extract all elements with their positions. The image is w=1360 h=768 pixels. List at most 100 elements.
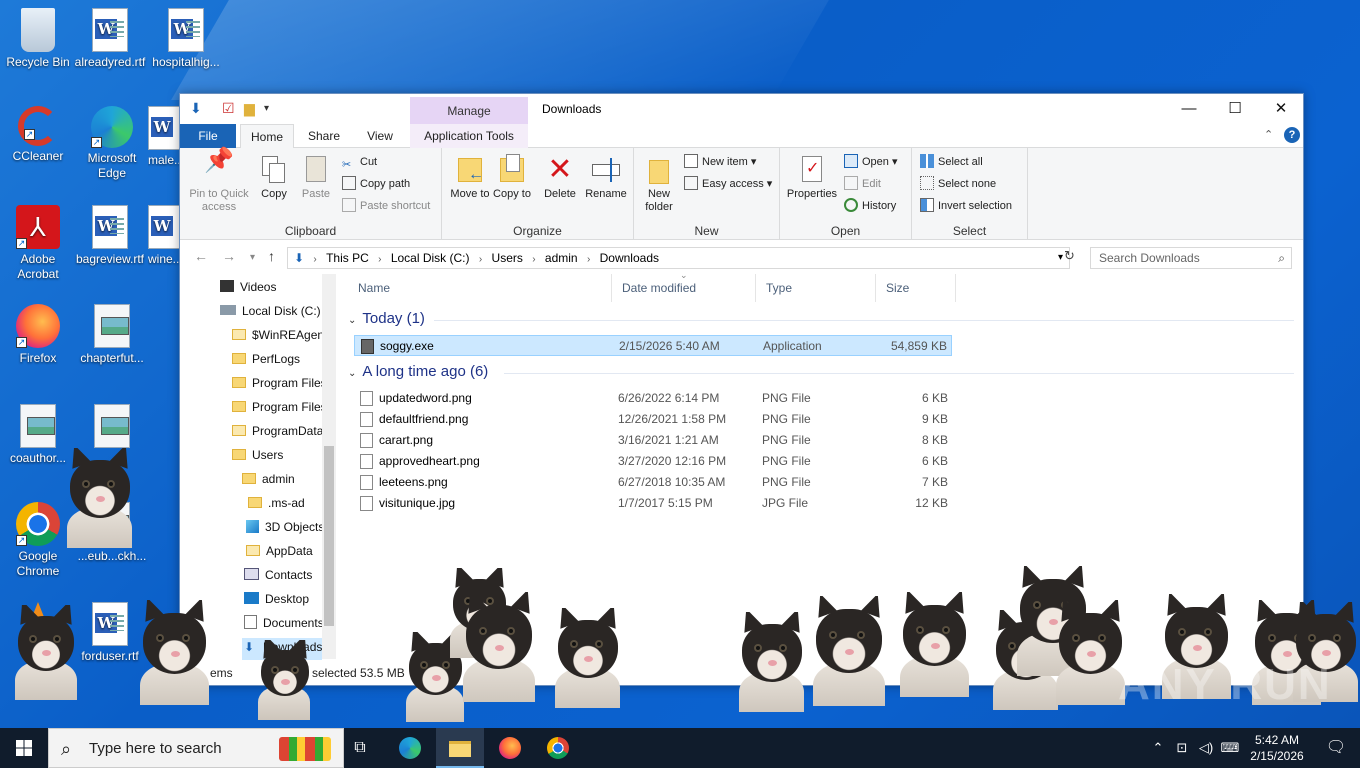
copy-button[interactable]: Copy — [256, 154, 292, 201]
nav-item-perflogs[interactable]: PerfLogs — [232, 348, 300, 370]
desktop-icon-recycle-bin[interactable]: Recycle Bin — [0, 8, 76, 70]
rename-button[interactable]: Rename — [584, 154, 628, 201]
column-header-type[interactable]: Type — [756, 274, 876, 302]
group-header-today[interactable]: ⌄ Today (1) — [348, 308, 425, 330]
desktop-icon-alreadyred[interactable]: W alreadyred.rtf — [72, 8, 148, 70]
show-hidden-icons-chevron-icon[interactable]: ⌃ — [1146, 728, 1170, 768]
recent-locations-chevron-icon[interactable]: ▾ — [250, 252, 255, 263]
tab-application-tools[interactable]: Application Tools — [410, 124, 528, 148]
nav-item-program-files-x86[interactable]: Program Files — [232, 396, 327, 418]
table-row[interactable]: soggy.exe 2/15/2026 5:40 AM Application … — [354, 335, 952, 356]
nav-item-documents[interactable]: Documents — [244, 612, 324, 634]
minimize-button[interactable]: — — [1166, 94, 1212, 124]
desktop-icon-hospitalhig[interactable]: W hospitalhig... — [148, 8, 224, 70]
nav-item-appdata[interactable]: AppData — [246, 540, 313, 562]
navigation-scrollbar[interactable] — [322, 274, 336, 659]
breadcrumb-downloads[interactable]: Downloads — [600, 248, 659, 268]
volume-icon[interactable]: ◁) — [1194, 728, 1218, 768]
table-row[interactable]: visitunique.jpg 1/7/2017 5:15 PM JPG Fil… — [354, 493, 952, 514]
desktop-icon-firefox[interactable]: ↗ Firefox — [0, 304, 76, 366]
help-icon[interactable]: ? — [1284, 127, 1300, 143]
table-row[interactable]: updatedword.png 6/26/2022 6:14 PM PNG Fi… — [354, 388, 952, 409]
nav-item-desktop[interactable]: Desktop — [244, 588, 309, 610]
breadcrumb-users[interactable]: Users — [492, 248, 523, 268]
breadcrumb-this-pc[interactable]: This PC — [326, 248, 369, 268]
title-bar[interactable]: ⬇ ☑ ▆ ▾ Manage Downloads — ☐ ✕ — [180, 94, 1304, 125]
network-icon[interactable]: ⊡ — [1170, 728, 1194, 768]
nav-item-winreagent[interactable]: $WinREAgent — [232, 324, 327, 346]
nav-item-ms-ad[interactable]: .ms-ad — [248, 492, 305, 514]
paste-shortcut-button[interactable]: Paste shortcut — [342, 196, 430, 216]
select-all-button[interactable]: Select all — [920, 152, 983, 172]
tab-view[interactable]: View — [356, 124, 404, 148]
quick-access-dropdown-icon[interactable]: ▾ — [264, 103, 269, 114]
copy-path-button[interactable]: Copy path — [342, 174, 410, 194]
close-button[interactable]: ✕ — [1258, 94, 1304, 124]
properties-button[interactable]: ✓ Properties — [784, 154, 840, 201]
desktop-icon-image-2[interactable] — [74, 404, 150, 451]
desktop-icon-male[interactable]: W male... — [148, 106, 180, 168]
back-arrow-icon[interactable]: ← — [194, 248, 208, 264]
new-folder-button[interactable]: New folder — [638, 154, 680, 214]
taskbar-clock[interactable]: 5:42 AM 2/15/2026 — [1246, 732, 1308, 764]
file-explorer-window[interactable]: ⬇ ☑ ▆ ▾ Manage Downloads — ☐ ✕ File Home… — [179, 93, 1304, 686]
open-button[interactable]: Open ▾ — [844, 152, 898, 172]
history-button[interactable]: History — [844, 196, 896, 216]
move-to-button[interactable]: ← Move to — [450, 154, 490, 201]
table-row[interactable]: carart.png 3/16/2021 1:21 AM PNG File 8 … — [354, 430, 952, 451]
collapse-ribbon-icon[interactable]: ⌃ — [1264, 128, 1273, 141]
nav-item-programdata[interactable]: ProgramData — [232, 420, 323, 442]
desktop-icon-wine[interactable]: W wine... — [148, 205, 180, 267]
new-folder-quick-icon[interactable]: ▆ — [244, 100, 255, 117]
easy-access-button[interactable]: Easy access ▾ — [684, 174, 772, 194]
table-row[interactable]: defaultfriend.png 12/26/2021 1:58 PM PNG… — [354, 409, 952, 430]
nav-item-contacts[interactable]: Contacts — [244, 564, 312, 586]
taskbar-firefox-icon[interactable] — [486, 728, 534, 768]
invert-selection-button[interactable]: Invert selection — [920, 196, 1012, 216]
desktop-icon-bagreview[interactable]: W bagreview.rtf — [72, 205, 148, 267]
column-header-size[interactable]: Size — [876, 274, 956, 302]
paste-button[interactable]: Paste — [298, 154, 334, 201]
delete-button[interactable]: ✕ Delete — [540, 154, 580, 201]
new-item-button[interactable]: New item ▾ — [684, 152, 756, 172]
table-row[interactable]: leeteens.png 6/27/2018 10:35 AM PNG File… — [354, 472, 952, 493]
tab-share[interactable]: Share — [300, 124, 348, 148]
copy-to-button[interactable]: Copy to — [492, 154, 532, 201]
breadcrumb-admin[interactable]: admin — [545, 248, 578, 268]
edit-button[interactable]: Edit — [844, 174, 881, 194]
scrollbar-thumb[interactable] — [324, 446, 334, 626]
checkmark-quick-icon[interactable]: ☑ — [222, 100, 235, 117]
taskbar-search-input[interactable]: ⌕ Type here to search — [48, 728, 344, 768]
up-arrow-icon[interactable]: ↑ — [268, 248, 275, 264]
table-row[interactable]: approvedheart.png 3/27/2020 12:16 PM PNG… — [354, 451, 952, 472]
pin-to-quick-access-button[interactable]: 📌 Pin to Quick access — [186, 149, 252, 214]
taskbar-chrome-icon[interactable] — [534, 728, 582, 768]
taskbar-edge-icon[interactable] — [386, 728, 434, 768]
maximize-button[interactable]: ☐ — [1212, 94, 1258, 124]
cut-button[interactable]: ✂ Cut — [342, 152, 377, 172]
notifications-icon[interactable]: 🗨 — [1312, 728, 1360, 768]
search-input[interactable]: Search Downloads ⌕ — [1090, 247, 1292, 269]
column-header-name[interactable]: Name — [348, 274, 612, 302]
tab-manage[interactable]: Manage — [410, 97, 528, 125]
select-none-button[interactable]: Select none — [920, 174, 996, 194]
desktop-icon-ccleaner[interactable]: ↗ CCleaner — [0, 106, 76, 164]
nav-item-videos[interactable]: Videos — [220, 276, 276, 298]
taskbar-file-explorer-icon[interactable] — [436, 728, 484, 768]
nav-item-users[interactable]: Users — [232, 444, 283, 466]
tab-home[interactable]: Home — [240, 124, 294, 149]
address-dropdown-icon[interactable]: ▾ — [1058, 248, 1063, 268]
refresh-icon[interactable]: ↻ — [1064, 248, 1075, 264]
nav-item-program-files[interactable]: Program Files — [232, 372, 327, 394]
properties-quick-icon[interactable]: ⬇ — [190, 100, 202, 117]
start-button[interactable] — [0, 728, 48, 768]
nav-item-admin[interactable]: admin — [242, 468, 295, 490]
group-header-long-time-ago[interactable]: ⌄ A long time ago (6) — [348, 361, 488, 383]
desktop-icon-acrobat[interactable]: ⅄ ↗ Adobe Acrobat — [0, 205, 76, 282]
desktop-icon-edge[interactable]: ↗ Microsoft Edge — [74, 106, 150, 181]
breadcrumb-local-disk[interactable]: Local Disk (C:) — [391, 248, 470, 268]
desktop-icon-chapterfut[interactable]: chapterfut... — [74, 304, 150, 366]
keyboard-icon[interactable]: ⌨ — [1218, 728, 1242, 768]
nav-item-3d-objects[interactable]: 3D Objects — [246, 516, 324, 538]
address-bar[interactable]: ⬇ › This PC › Local Disk (C:) › Users › … — [287, 247, 1070, 269]
